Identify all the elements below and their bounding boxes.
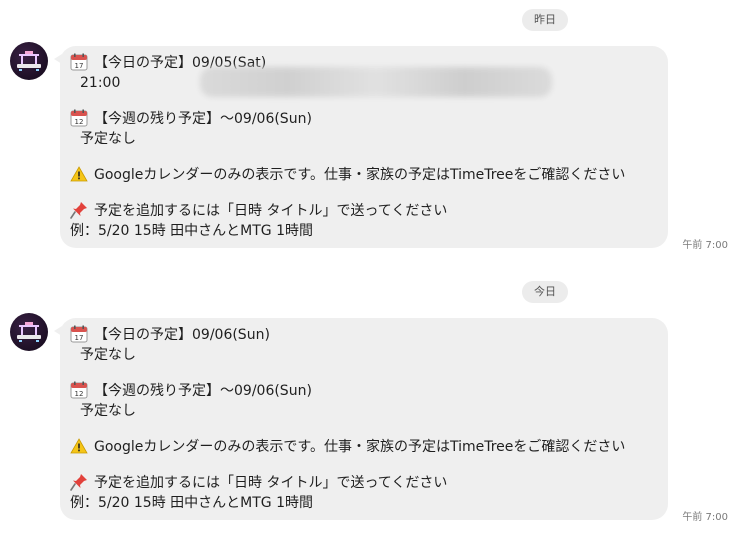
warning-icon: [70, 166, 88, 182]
message-bubble[interactable]: 17 【今日の予定】09/05(Sat) 21:00 12 【今週の残り予定】〜…: [54, 46, 668, 248]
date-chip-yesterday: 昨日: [522, 9, 568, 31]
chat-view: 昨日 17 【今日の予定】09/05(Sat) 21:00 12 【今週の残り予…: [0, 0, 750, 535]
week-schedule-item: 予定なし: [80, 131, 136, 147]
bot-avatar[interactable]: [10, 313, 48, 351]
message-bubble[interactable]: 17 【今日の予定】09/06(Sun) 予定なし 12 【今週の残り予定】〜0…: [54, 318, 668, 520]
warning-notice: Googleカレンダーのみの表示です。仕事・家族の予定はTimeTreeをご確認…: [70, 165, 658, 185]
calendar-17-icon: 17: [70, 325, 88, 343]
calendar-12-icon: 12: [70, 381, 88, 399]
week-schedule-header: 12 【今週の残り予定】〜09/06(Sun): [70, 109, 658, 129]
add-schedule-hint: 予定を追加するには「日時 タイトル」で送ってください: [70, 201, 658, 221]
add-schedule-example: 例：5/20 15時 田中さんとMTG 1時間: [70, 495, 313, 511]
add-schedule-example: 例：5/20 15時 田中さんとMTG 1時間: [70, 223, 313, 239]
week-schedule-item: 予定なし: [80, 403, 136, 419]
calendar-12-icon: 12: [70, 109, 88, 127]
pushpin-icon: [70, 473, 88, 491]
svg-text:12: 12: [75, 118, 84, 126]
message-time: 午前 7:00: [682, 240, 728, 251]
bot-avatar[interactable]: [10, 42, 48, 80]
message-time: 午前 7:00: [682, 512, 728, 523]
redacted-event-title: [200, 67, 552, 97]
pushpin-icon: [70, 201, 88, 219]
svg-text:17: 17: [75, 62, 84, 70]
calendar-17-icon: 17: [70, 53, 88, 71]
add-schedule-hint: 予定を追加するには「日時 タイトル」で送ってください: [70, 473, 658, 493]
date-chip-today: 今日: [522, 281, 568, 303]
warning-notice: Googleカレンダーのみの表示です。仕事・家族の予定はTimeTreeをご確認…: [70, 437, 658, 457]
today-schedule-header: 17 【今日の予定】09/06(Sun): [70, 325, 658, 345]
today-schedule-item: 予定なし: [80, 347, 136, 363]
svg-text:17: 17: [75, 334, 84, 342]
warning-icon: [70, 438, 88, 454]
svg-text:12: 12: [75, 390, 84, 398]
week-schedule-header: 12 【今週の残り予定】〜09/06(Sun): [70, 381, 658, 401]
today-schedule-item: 21:00: [70, 67, 658, 97]
